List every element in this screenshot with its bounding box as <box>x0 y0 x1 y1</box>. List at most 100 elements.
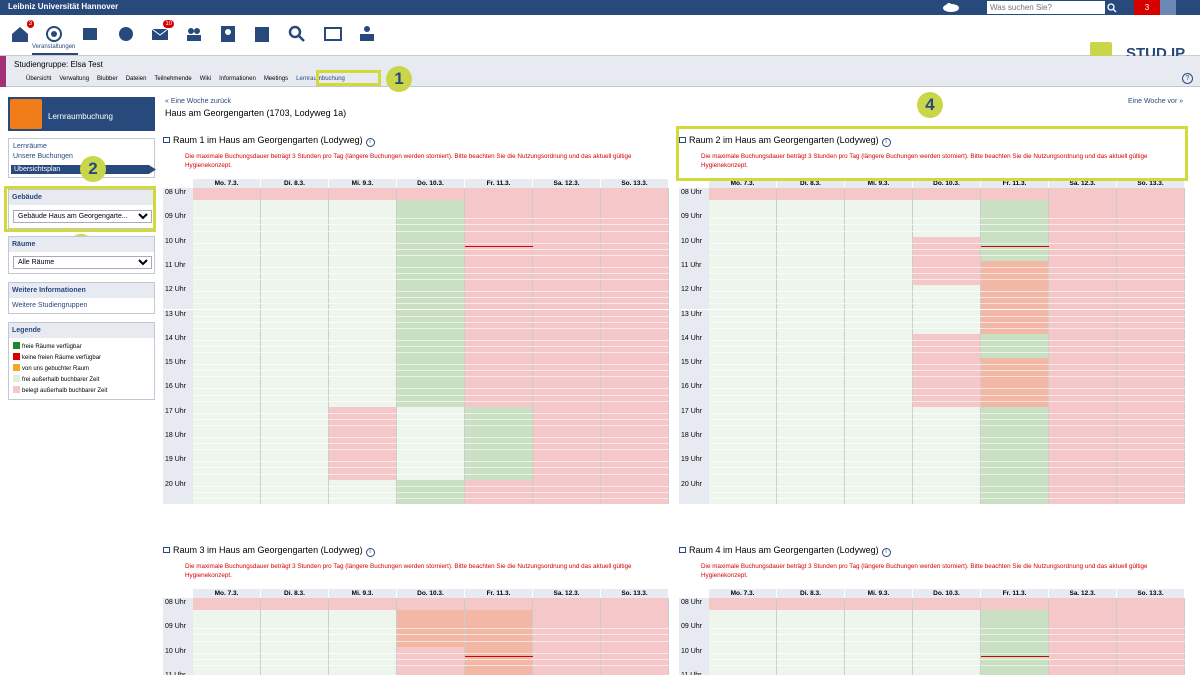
quarter-line <box>981 327 1049 329</box>
time-slot[interactable] <box>193 670 261 675</box>
tab-0[interactable]: Übersicht <box>26 76 51 86</box>
time-slot[interactable] <box>601 200 669 213</box>
quarter-line <box>1117 388 1185 390</box>
search-nav-icon[interactable] <box>287 24 307 44</box>
info-icon[interactable]: i <box>881 548 891 557</box>
time-slot[interactable] <box>193 610 261 623</box>
quarter-line <box>1049 473 1117 475</box>
quarter-line <box>329 279 397 281</box>
community-icon[interactable] <box>116 24 136 44</box>
quarter-line <box>397 467 465 469</box>
search-button[interactable] <box>1105 1 1118 14</box>
quarter-line <box>777 242 845 244</box>
time-slot[interactable] <box>261 670 329 675</box>
more-info-link[interactable]: Weitere Informationen <box>9 283 154 298</box>
quarter-line <box>533 315 601 317</box>
time-slot[interactable] <box>709 200 777 213</box>
sidebar-link-lernraeume[interactable]: Lernräume <box>13 143 47 150</box>
time-slot[interactable] <box>709 610 777 623</box>
workplace-icon[interactable] <box>80 24 100 44</box>
contacts-icon[interactable] <box>184 24 204 44</box>
time-slot[interactable] <box>465 200 533 213</box>
quarter-line <box>261 467 329 469</box>
hour-label: 09 Uhr <box>163 212 193 237</box>
home-icon[interactable]: 3 <box>10 20 34 44</box>
time-slot[interactable] <box>193 200 261 213</box>
resources-icon[interactable] <box>323 24 343 44</box>
tab-6[interactable]: Informationen <box>219 76 256 86</box>
quarter-line <box>533 437 601 439</box>
time-slot[interactable] <box>981 610 1049 623</box>
quarter-line <box>777 224 845 226</box>
time-slot[interactable] <box>777 610 845 623</box>
time-slot[interactable] <box>261 610 329 623</box>
profile-icon[interactable] <box>218 24 238 44</box>
day-header: Mo. 7.3. <box>193 179 261 188</box>
previous-week-link[interactable]: « Eine Woche zurück <box>165 98 231 105</box>
time-slot[interactable] <box>601 610 669 623</box>
notification-badge[interactable]: 3 <box>1134 0 1160 15</box>
cloud-icon[interactable] <box>942 2 960 12</box>
booking-warning: Die maximale Buchungsdauer beträgt 3 Stu… <box>185 153 632 169</box>
tab-7[interactable]: Meetings <box>264 76 288 86</box>
quarter-line <box>845 664 913 666</box>
courses-icon[interactable] <box>44 24 64 44</box>
messages-icon[interactable]: 10 <box>150 20 174 44</box>
time-slot[interactable] <box>1117 610 1185 623</box>
time-slot[interactable] <box>913 670 981 675</box>
day-header: Sa. 12.3. <box>533 589 601 598</box>
quarter-line <box>777 327 845 329</box>
help-icon[interactable]: ? <box>1182 73 1193 84</box>
time-slot[interactable] <box>709 670 777 675</box>
time-slot[interactable] <box>465 610 533 623</box>
schedule-icon[interactable] <box>252 24 272 44</box>
time-slot[interactable] <box>397 200 465 213</box>
quarter-line <box>533 254 601 256</box>
sidebar-link-buchungen[interactable]: Unsere Buchungen <box>13 153 73 160</box>
quarter-line <box>329 449 397 451</box>
quarter-line <box>845 400 913 402</box>
quarter-line <box>465 437 533 439</box>
time-slot[interactable] <box>981 200 1049 213</box>
info-icon[interactable]: i <box>365 548 375 557</box>
time-slot[interactable] <box>533 200 601 213</box>
hour-label: 13 Uhr <box>679 309 709 334</box>
tab-5[interactable]: Wiki <box>200 76 211 86</box>
time-slot[interactable] <box>329 610 397 623</box>
tab-4[interactable]: Teilnehmende <box>154 76 191 86</box>
time-slot[interactable] <box>913 200 981 213</box>
search-input[interactable] <box>987 1 1105 14</box>
time-slot[interactable] <box>329 670 397 675</box>
tab-3[interactable]: Dateien <box>126 76 147 86</box>
time-slot[interactable] <box>981 670 1049 675</box>
time-slot[interactable] <box>777 200 845 213</box>
time-slot[interactable] <box>845 670 913 675</box>
time-slot[interactable] <box>1049 200 1117 213</box>
quarter-line <box>193 352 261 354</box>
time-slot[interactable] <box>329 200 397 213</box>
time-slot[interactable] <box>777 670 845 675</box>
more-groups-link[interactable]: Weitere Studiengruppen <box>12 302 87 309</box>
quarter-line <box>777 497 845 499</box>
time-slot[interactable] <box>845 610 913 623</box>
quarter-line <box>777 658 845 660</box>
quarter-line <box>913 327 981 329</box>
avatar[interactable] <box>1160 0 1176 15</box>
time-slot[interactable] <box>913 610 981 623</box>
time-slot[interactable] <box>533 610 601 623</box>
quarter-line <box>601 628 669 630</box>
time-slot[interactable] <box>1049 610 1117 623</box>
time-slot[interactable] <box>397 610 465 623</box>
rooms-select[interactable]: Alle Räume <box>13 256 152 269</box>
quarter-line <box>261 418 329 420</box>
tab-2[interactable]: Blubber <box>97 76 118 86</box>
time-slot[interactable] <box>261 200 329 213</box>
quarter-line <box>397 218 465 220</box>
tab-1[interactable]: Verwaltung <box>59 76 89 86</box>
tools-icon[interactable] <box>357 24 377 44</box>
quarter-line <box>397 437 465 439</box>
next-week-link[interactable]: Eine Woche vor » <box>1128 98 1183 105</box>
time-slot[interactable] <box>845 200 913 213</box>
time-slot[interactable] <box>1117 200 1185 213</box>
info-icon[interactable]: i <box>365 138 375 147</box>
